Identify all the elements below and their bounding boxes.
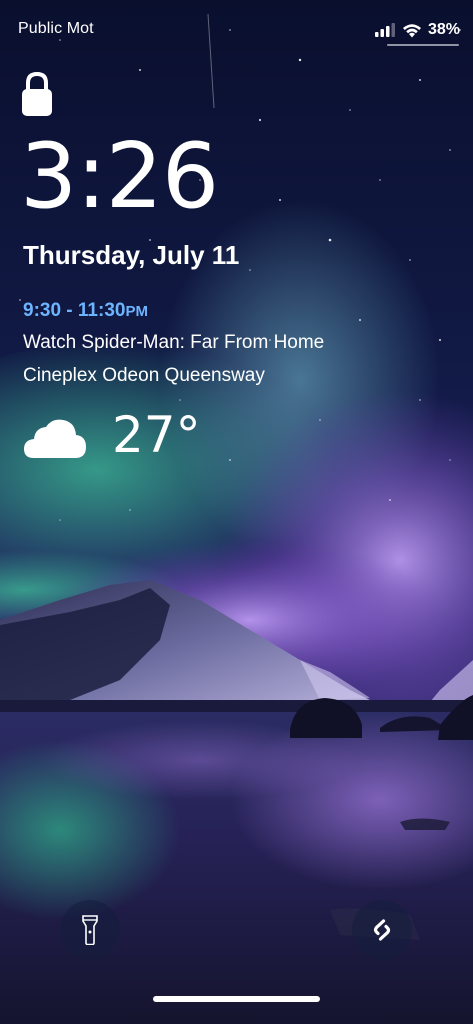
weather-temperature: 27° xyxy=(112,406,201,464)
event-location[interactable]: Cineplex Odeon Queensway xyxy=(23,365,265,387)
lock-icon xyxy=(22,71,52,121)
shazam-button[interactable] xyxy=(352,900,412,960)
cellular-signal-icon xyxy=(374,23,395,37)
flashlight-button[interactable] xyxy=(60,900,120,960)
event-time-suffix: PM xyxy=(125,303,148,320)
shazam-icon xyxy=(373,919,391,941)
battery-percentage: 38% xyxy=(427,21,460,38)
lock-screen-time: 3:26 xyxy=(20,124,219,229)
event-time-text: 9:30 - 11:30 xyxy=(23,300,126,321)
event-title[interactable]: Watch Spider-Man: Far From Home xyxy=(23,332,324,354)
event-time-range: 9:30 - 11:30PM xyxy=(23,300,148,322)
status-indicators: 38% xyxy=(374,18,460,42)
home-indicator[interactable] xyxy=(153,996,320,1002)
carrier-name: Public Mot xyxy=(18,20,94,37)
wifi-icon xyxy=(402,23,421,37)
battery-level-bar xyxy=(387,44,459,46)
status-bar: Public Mot 38% xyxy=(0,0,473,56)
cloud-icon xyxy=(24,418,86,463)
lock-screen-date: Thursday, July 11 xyxy=(23,240,240,270)
flashlight-icon xyxy=(82,915,98,945)
